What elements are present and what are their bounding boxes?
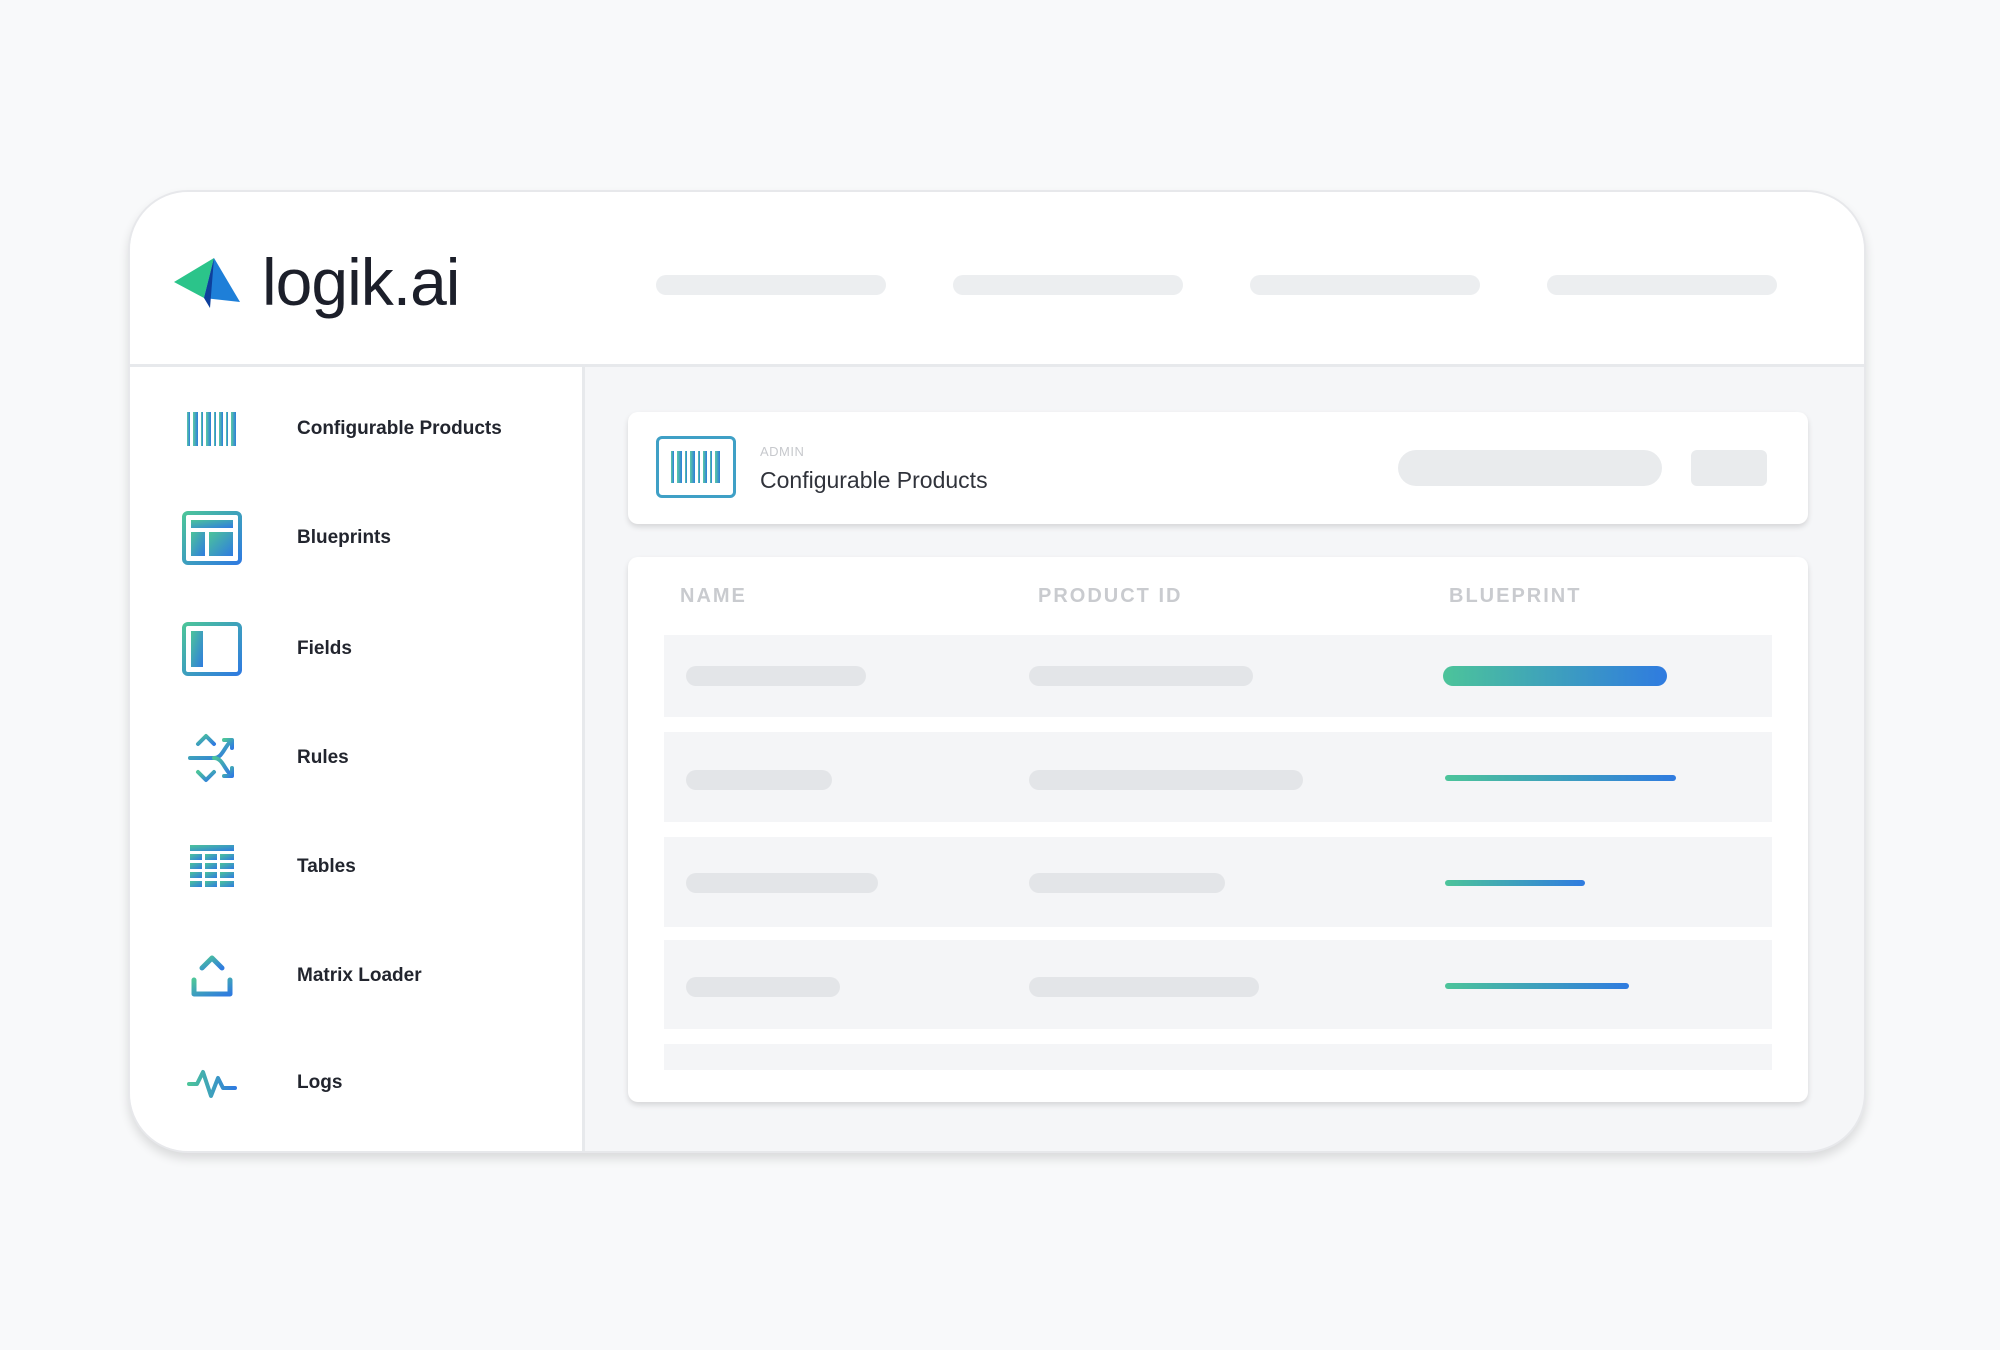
- name-placeholder: [686, 873, 878, 893]
- sidebar-item-label: Matrix Loader: [297, 965, 422, 986]
- brand-logo[interactable]: logik.ai: [174, 242, 460, 322]
- sidebar-item-configurable-products[interactable]: Configurable Products: [130, 389, 582, 469]
- logik-logo-icon: [174, 258, 240, 308]
- app-window: logik.ai Configurable Products Blueprint…: [128, 190, 1866, 1153]
- name-placeholder: [686, 770, 832, 790]
- rules-split-arrows-icon: [180, 726, 244, 790]
- sidebar-item-label: Rules: [297, 747, 349, 768]
- nav-placeholder-2[interactable]: [953, 275, 1183, 295]
- column-header-blueprint[interactable]: BLUEPRINT: [1449, 585, 1581, 608]
- action-button-placeholder[interactable]: [1691, 450, 1767, 486]
- column-header-product-id[interactable]: PRODUCT ID: [1038, 585, 1182, 608]
- top-header: logik.ai: [130, 192, 1864, 367]
- sidebar-item-logs[interactable]: Logs: [130, 1043, 582, 1123]
- blueprint-bar: [1445, 775, 1676, 781]
- name-placeholder: [686, 666, 866, 686]
- sidebar: Configurable Products Blueprints Fields …: [130, 367, 585, 1151]
- table-row[interactable]: [664, 837, 1772, 927]
- product-id-placeholder: [1029, 977, 1259, 997]
- page-title: Configurable Products: [760, 467, 988, 493]
- upload-icon: [180, 944, 244, 1008]
- table-row: [664, 1044, 1772, 1070]
- column-header-name[interactable]: NAME: [680, 585, 747, 608]
- barcode-icon: [656, 436, 736, 498]
- table-grid-icon: [180, 835, 244, 899]
- sidebar-item-tables[interactable]: Tables: [130, 827, 582, 907]
- field-panel-icon: [180, 617, 244, 681]
- table-row[interactable]: [664, 940, 1772, 1029]
- search-input-placeholder[interactable]: [1398, 450, 1662, 486]
- blueprint-layout-icon: [180, 506, 244, 570]
- nav-placeholder-1[interactable]: [656, 275, 886, 295]
- products-table: NAME PRODUCT ID BLUEPRINT: [628, 557, 1808, 1102]
- sidebar-item-label: Configurable Products: [297, 418, 502, 439]
- product-id-placeholder: [1029, 873, 1225, 893]
- blueprint-bar: [1445, 983, 1629, 989]
- sidebar-item-label: Fields: [297, 638, 352, 659]
- main-content: ADMIN Configurable Products NAME PRODUCT…: [585, 367, 1864, 1151]
- pulse-icon: [180, 1051, 244, 1115]
- table-row[interactable]: [664, 635, 1772, 717]
- nav-placeholder-4[interactable]: [1547, 275, 1777, 295]
- sidebar-item-fields[interactable]: Fields: [130, 609, 582, 689]
- sidebar-item-blueprints[interactable]: Blueprints: [130, 498, 582, 578]
- breadcrumb[interactable]: ADMIN: [760, 444, 804, 459]
- name-placeholder: [686, 977, 840, 997]
- product-id-placeholder: [1029, 770, 1303, 790]
- sidebar-item-label: Blueprints: [297, 527, 391, 548]
- sidebar-item-label: Tables: [297, 856, 356, 877]
- brand-name: logik.ai: [262, 245, 460, 319]
- barcode-icon: [180, 397, 244, 461]
- blueprint-bar: [1445, 880, 1585, 886]
- sidebar-item-matrix-loader[interactable]: Matrix Loader: [130, 936, 582, 1016]
- nav-placeholder-3[interactable]: [1250, 275, 1480, 295]
- sidebar-item-label: Logs: [297, 1072, 343, 1093]
- blueprint-bar: [1443, 666, 1667, 686]
- table-row[interactable]: [664, 732, 1772, 822]
- page-header-card: ADMIN Configurable Products: [628, 412, 1808, 524]
- product-id-placeholder: [1029, 666, 1253, 686]
- sidebar-item-rules[interactable]: Rules: [130, 718, 582, 798]
